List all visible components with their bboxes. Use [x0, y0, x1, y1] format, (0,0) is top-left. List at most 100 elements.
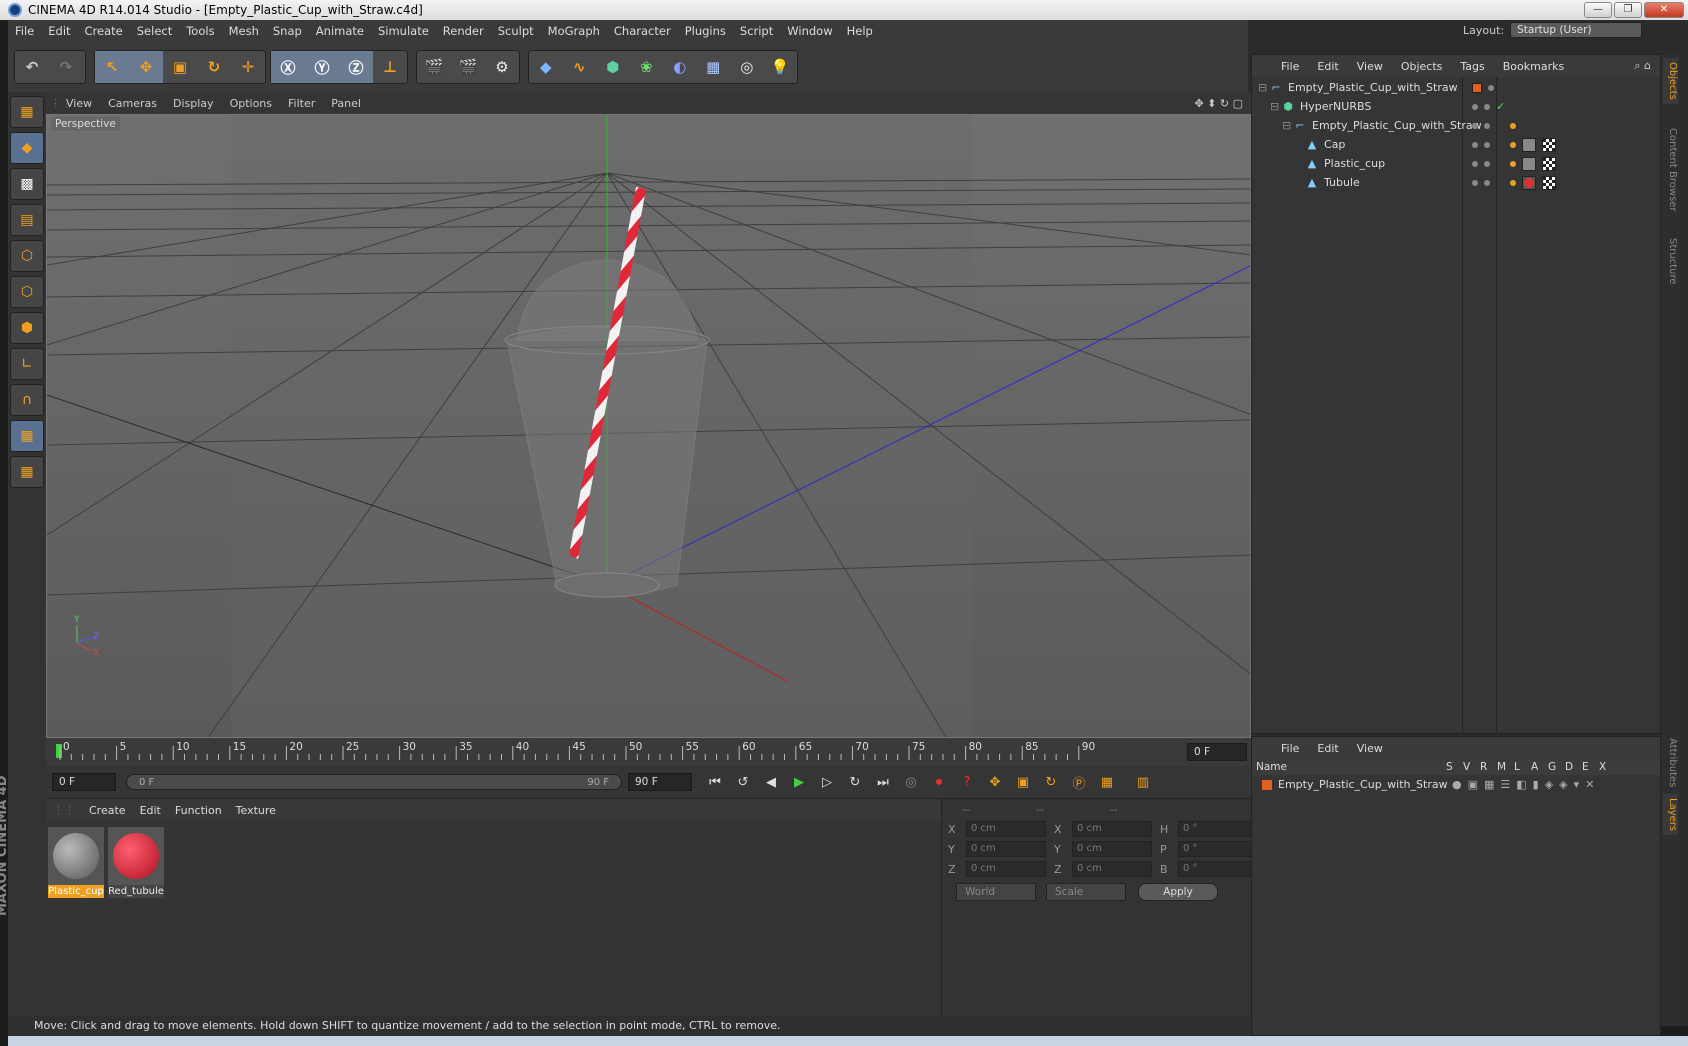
texture-mode-icon[interactable]: ▩	[10, 168, 44, 200]
tab-structure[interactable]: Structure	[1663, 234, 1678, 289]
tab-content-browser[interactable]: Content Browser	[1663, 124, 1678, 215]
key-rotation-icon[interactable]: ↻	[1038, 770, 1064, 794]
menu-plugins[interactable]: Plugins	[678, 24, 733, 38]
record-icon[interactable]: ⏺	[926, 770, 952, 794]
last-tool-icon[interactable]: ✛	[231, 51, 265, 83]
end-frame-field[interactable]: 90 F	[628, 773, 692, 791]
3d-viewport[interactable]: Y Z X Perspective	[46, 114, 1251, 738]
timeline-ruler[interactable]: 0 5 10 15 20 25 30 35 40 45 50 55 60 65 70 75 80 85 90 0 F	[46, 738, 1251, 766]
nurbs-icon[interactable]: ⬢	[596, 51, 630, 83]
material-menu-texture[interactable]: Texture	[229, 804, 283, 817]
size-mode-dropdown[interactable]: Scale	[1046, 883, 1126, 901]
viewport-menu-display[interactable]: Display	[165, 97, 222, 110]
points-mode-icon[interactable]: ⬡	[10, 240, 44, 272]
camera-icon[interactable]: ◎	[730, 51, 764, 83]
obj-menu-bookmarks[interactable]: Bookmarks	[1494, 60, 1573, 73]
z-axis-icon[interactable]: Ⓩ	[339, 51, 373, 83]
size-z-field[interactable]: 0 cm	[1072, 861, 1152, 877]
material-menu-function[interactable]: Function	[168, 804, 229, 817]
render-picture-viewer-icon[interactable]: 🎬	[451, 51, 485, 83]
texture-tag-icon[interactable]	[1542, 156, 1556, 171]
menu-window[interactable]: Window	[780, 24, 839, 38]
model-mode-icon[interactable]: ◆	[10, 132, 44, 164]
coord-mode-dropdown[interactable]: World	[956, 883, 1036, 901]
y-axis-icon[interactable]: Ⓨ	[305, 51, 339, 83]
pos-z-field[interactable]: 0 cm	[966, 861, 1046, 877]
key-param-icon[interactable]: Ⓟ	[1066, 770, 1092, 794]
x-axis-icon[interactable]: Ⓧ	[271, 51, 305, 83]
rot-b-field[interactable]: 0 °	[1178, 861, 1258, 877]
menu-select[interactable]: Select	[130, 24, 179, 38]
material-menu-edit[interactable]: Edit	[133, 804, 168, 817]
menu-character[interactable]: Character	[607, 24, 678, 38]
material-red-tubule[interactable]: Red_tubule	[108, 827, 164, 898]
material-menu-create[interactable]: Create	[82, 804, 133, 817]
menu-simulate[interactable]: Simulate	[371, 24, 436, 38]
tab-layers[interactable]: Layers	[1663, 794, 1678, 836]
obj-menu-tags[interactable]: Tags	[1451, 60, 1493, 73]
layer-flag-icons[interactable]: ●▣▦☰◧▮◈◈▾✕	[1452, 778, 1600, 791]
cube-icon[interactable]: ◆	[529, 51, 563, 83]
viewport-menu-cameras[interactable]: Cameras	[100, 97, 165, 110]
current-frame-field[interactable]: 0 F	[1187, 743, 1247, 761]
menu-snap[interactable]: Snap	[266, 24, 309, 38]
tree-row[interactable]: ▲ Tubule	[1252, 173, 1660, 192]
deformer-icon[interactable]: ◐	[663, 51, 697, 83]
autokey-icon[interactable]: ?	[954, 770, 980, 794]
obj-menu-file[interactable]: File	[1272, 60, 1308, 73]
tab-objects[interactable]: Objects	[1663, 58, 1678, 104]
scale-tool-icon[interactable]: ▣	[163, 51, 197, 83]
minimize-button[interactable]: —	[1584, 2, 1612, 18]
tree-row[interactable]: ▲ Plastic_cup	[1252, 154, 1660, 173]
viewport-menu-filter[interactable]: Filter	[280, 97, 323, 110]
goto-start-icon[interactable]: ⏮	[702, 770, 728, 794]
pos-y-field[interactable]: 0 cm	[966, 841, 1046, 857]
menu-sculpt[interactable]: Sculpt	[491, 24, 541, 38]
snap-magnet-icon[interactable]: ∩	[10, 384, 44, 416]
tree-row[interactable]: ⊟ ⬢ HyperNURBS ✓	[1252, 97, 1660, 116]
maximize-button[interactable]: ❐	[1614, 2, 1642, 18]
polygons-mode-icon[interactable]: ⬢	[10, 312, 44, 344]
rot-h-field[interactable]: 0 °	[1178, 821, 1258, 837]
viewport-menu-options[interactable]: Options	[222, 97, 280, 110]
material-plastic-cup[interactable]: Plastic_cup	[48, 827, 104, 898]
texture-tag-icon[interactable]	[1542, 137, 1556, 152]
workplane-lock-icon[interactable]: ▦	[10, 420, 44, 452]
material-tag-icon[interactable]	[1522, 137, 1536, 152]
redo-icon[interactable]: ↷	[49, 51, 83, 83]
range-slider[interactable]: 0 F 90 F	[126, 774, 622, 790]
menu-mesh[interactable]: Mesh	[222, 24, 266, 38]
menu-help[interactable]: Help	[840, 24, 880, 38]
array-icon[interactable]: ❀	[630, 51, 664, 83]
keyframe-icon[interactable]: ◎	[898, 770, 924, 794]
render-settings-icon[interactable]: ⚙	[485, 51, 519, 83]
edges-mode-icon[interactable]: ⬡	[10, 276, 44, 308]
axis-mode-icon[interactable]: ∟	[10, 348, 44, 380]
start-frame-field[interactable]: 0 F	[52, 773, 116, 791]
prev-frame-icon[interactable]: ◀	[758, 770, 784, 794]
obj-menu-objects[interactable]: Objects	[1392, 60, 1452, 73]
viewport-menu-view[interactable]: View	[58, 97, 100, 110]
next-frame-icon[interactable]: ▷	[814, 770, 840, 794]
tab-attributes[interactable]: Attributes	[1663, 734, 1678, 791]
render-view-icon[interactable]: 🎬	[417, 51, 451, 83]
size-y-field[interactable]: 0 cm	[1072, 841, 1152, 857]
material-tag-icon[interactable]	[1522, 175, 1536, 190]
obj-search-icon[interactable]: ⌕ ⌂	[1625, 59, 1660, 73]
select-tool-icon[interactable]: ↖	[95, 51, 129, 83]
spline-icon[interactable]: ∿	[563, 51, 597, 83]
floor-icon[interactable]: ▦	[697, 51, 731, 83]
rot-p-field[interactable]: 0 °	[1178, 841, 1258, 857]
menu-edit[interactable]: Edit	[41, 24, 77, 38]
menu-animate[interactable]: Animate	[309, 24, 371, 38]
obj-menu-view[interactable]: View	[1348, 60, 1392, 73]
menu-mograph[interactable]: MoGraph	[541, 24, 607, 38]
viewport-menu-panel[interactable]: Panel	[323, 97, 369, 110]
viewport-nav-icons[interactable]: ✥ ⬍ ↻ ▢	[1186, 97, 1251, 110]
layer-menu-file[interactable]: File	[1272, 742, 1308, 755]
pos-x-field[interactable]: 0 cm	[966, 821, 1046, 837]
prev-key-icon[interactable]: ↺	[730, 770, 756, 794]
material-tag-icon[interactable]	[1522, 156, 1536, 171]
layer-menu-edit[interactable]: Edit	[1308, 742, 1347, 755]
close-button[interactable]: ✕	[1644, 2, 1684, 18]
